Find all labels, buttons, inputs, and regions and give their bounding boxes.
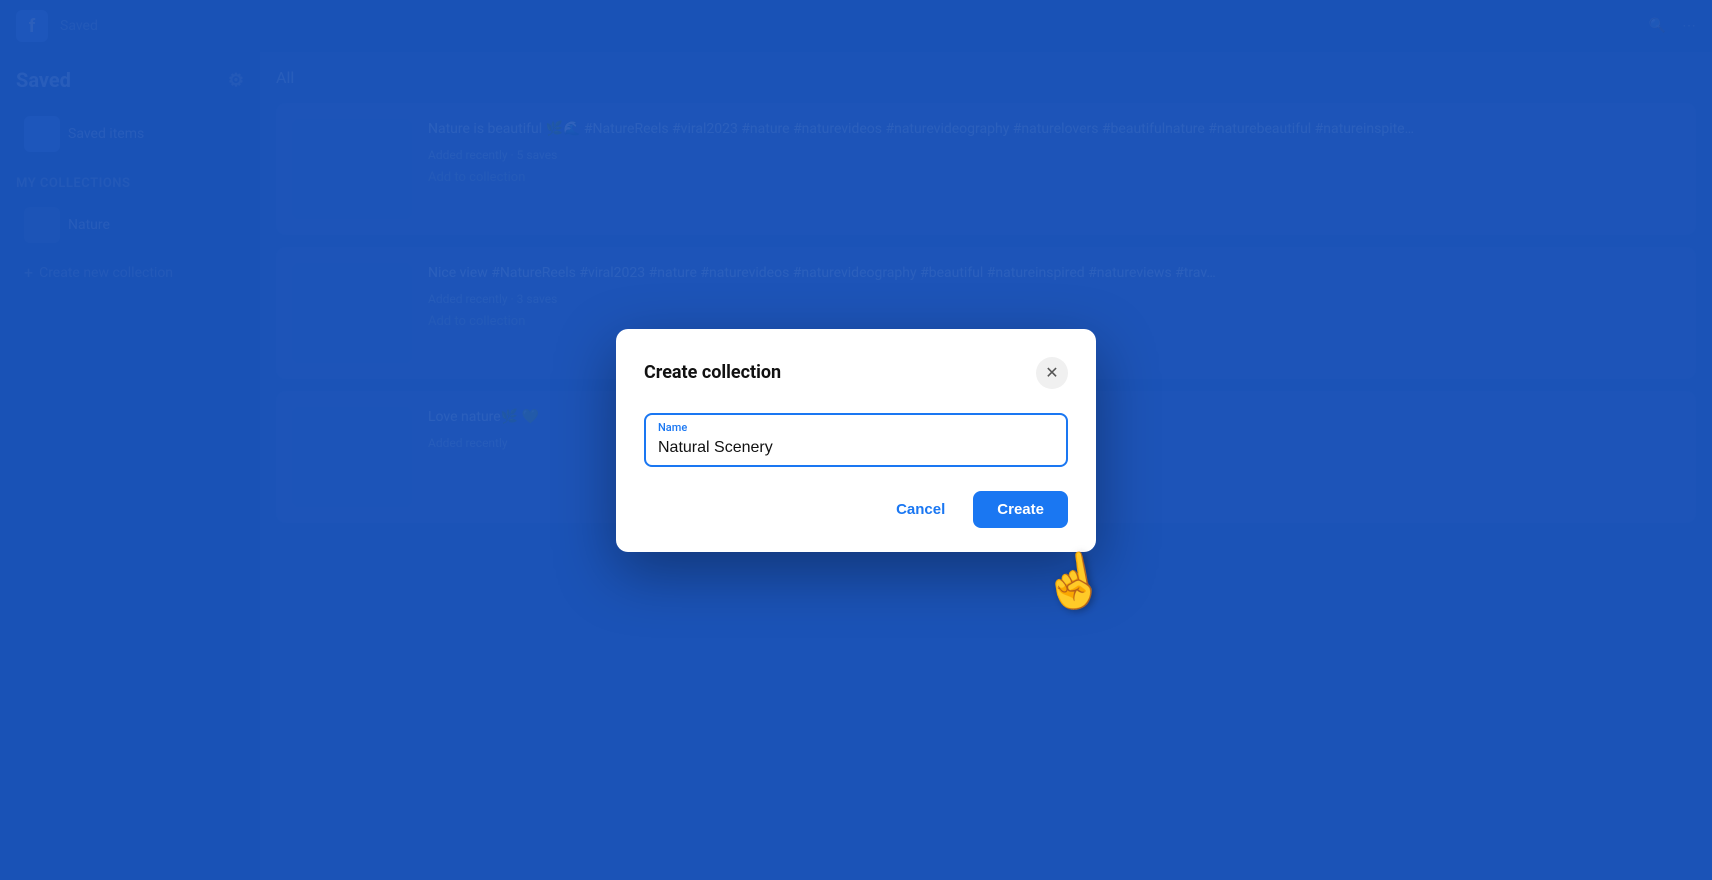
cancel-button[interactable]: Cancel [880, 493, 961, 526]
modal-header: Create collection ✕ [644, 357, 1068, 389]
cursor-hand: ☝ [1036, 545, 1110, 616]
modal-close-button[interactable]: ✕ [1036, 357, 1068, 389]
create-button[interactable]: Create [973, 491, 1068, 528]
close-icon: ✕ [1045, 363, 1058, 383]
collection-name-label: Name [658, 421, 687, 434]
collection-name-input-wrapper: Name [644, 413, 1068, 467]
modal-title: Create collection [644, 362, 781, 383]
modal-backdrop: Create collection ✕ Name Cancel Create ☝ [0, 0, 1712, 880]
create-collection-modal: Create collection ✕ Name Cancel Create ☝ [616, 329, 1096, 552]
collection-name-input[interactable] [658, 423, 1054, 457]
modal-actions: Cancel Create [644, 491, 1068, 528]
